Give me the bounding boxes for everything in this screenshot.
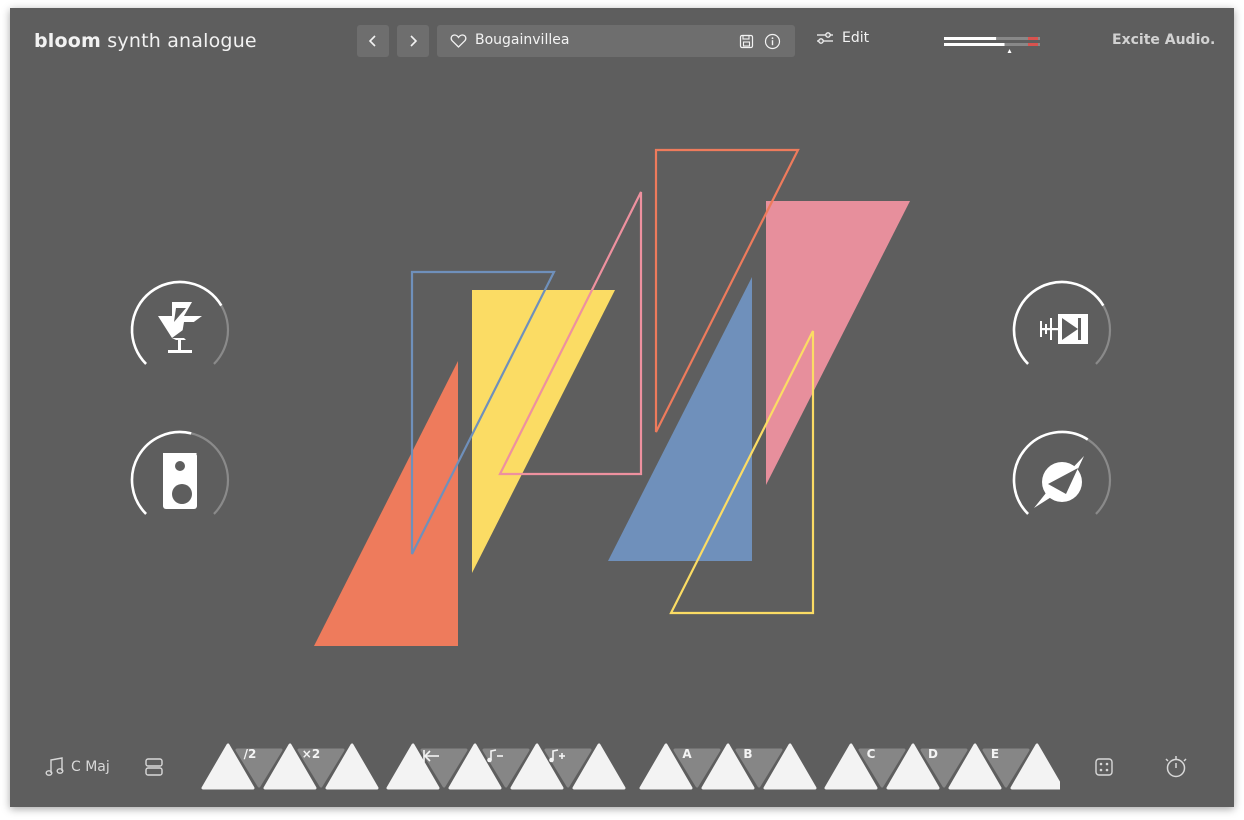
chevron-left-icon [368,35,376,47]
blue-shape [608,277,752,561]
double-label: ×2 [301,747,321,761]
halve-label: /2 [243,747,257,761]
meter-peak-marker[interactable] [1007,49,1012,53]
edit-button[interactable]: Edit [816,30,869,46]
plugin-window: bloom synth analogue Bougainvillea Edit … [10,8,1234,807]
pink-shape [766,201,910,485]
drive-knob[interactable] [1010,428,1114,532]
yellow-shape [472,290,615,573]
layers-icon[interactable] [144,757,164,777]
brand-rest: synth analogue [107,30,257,52]
sliders-icon [817,32,833,44]
heart-icon[interactable] [450,33,467,49]
brand-bold: bloom [34,30,102,52]
timer-icon[interactable] [1163,754,1189,780]
microphone-knob[interactable] [128,278,232,382]
output-meter[interactable] [942,35,1042,53]
variation-e-label: E [990,747,1000,761]
compass-icon [1034,456,1084,508]
save-icon[interactable] [739,34,754,49]
previous-preset-button[interactable] [357,25,389,57]
note-minus-icon [487,749,503,763]
diode-icon [1040,314,1088,344]
music-note-icon [45,757,64,776]
vendor-logo: Excite Audio. [1112,32,1216,48]
variation-c-label: C [866,747,876,761]
variation-b-label: B [743,747,753,761]
dice-icon[interactable] [1094,757,1114,777]
filter-knob[interactable] [1010,278,1114,382]
preset-selector[interactable]: Bougainvillea [437,25,795,57]
chevron-right-icon [410,35,418,47]
speaker-knob[interactable] [128,428,232,532]
meter-level-right [944,43,1005,46]
speaker-icon [163,453,197,509]
info-icon[interactable] [764,33,781,50]
variation-a-label: A [682,747,692,761]
return-to-start-icon [423,750,439,762]
next-preset-button[interactable] [397,25,429,57]
variation-d-label: D [928,747,938,761]
preset-name: Bougainvillea [475,32,570,48]
key-selector[interactable]: C Maj [71,759,110,775]
app-title: bloom synth analogue [34,30,257,52]
microphone-icon [158,302,202,353]
sound-visualizer [314,148,910,646]
meter-level-left [944,37,997,40]
edit-label: Edit [842,30,870,46]
note-plus-icon [549,749,565,763]
